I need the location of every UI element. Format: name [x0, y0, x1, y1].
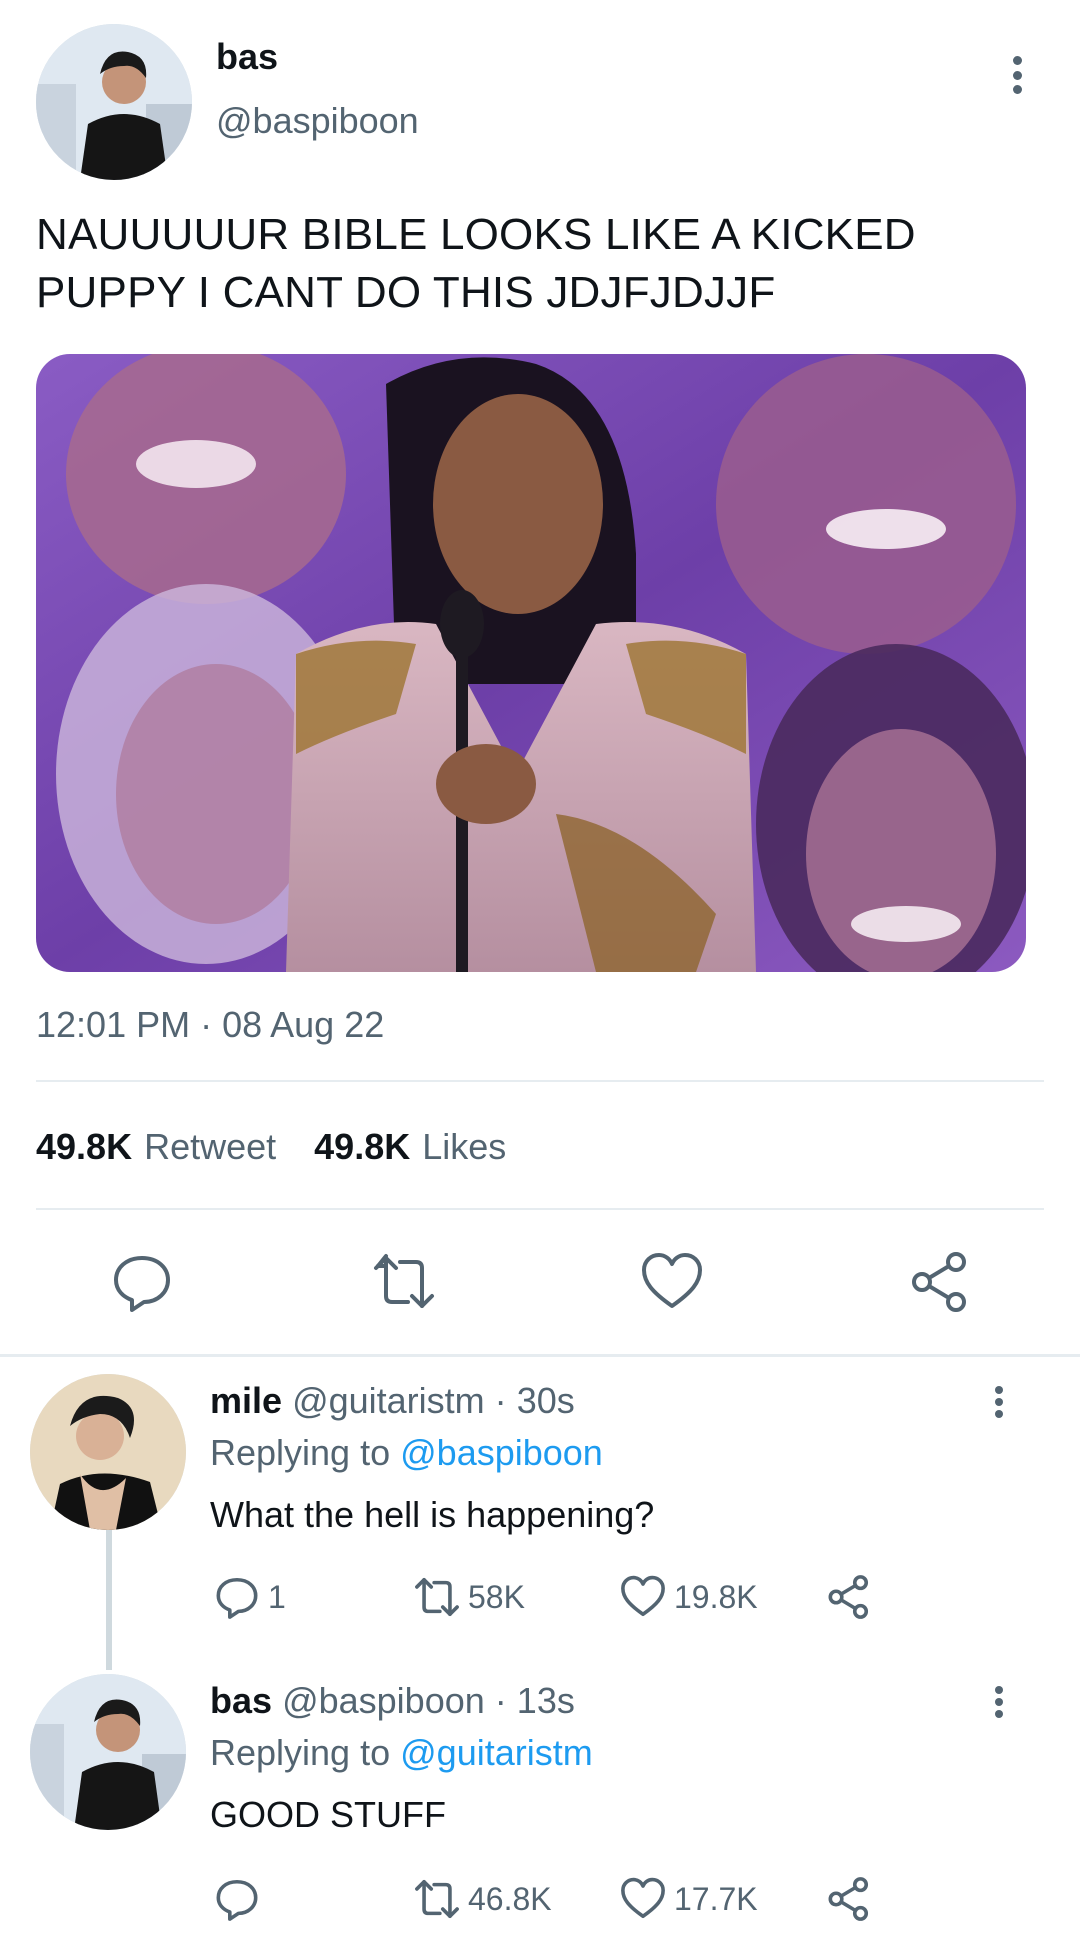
section-divider — [0, 1354, 1080, 1357]
reply-header: mile @guitaristm · 30s — [210, 1380, 575, 1422]
replying-to-label: Replying to — [210, 1732, 391, 1773]
retweet-icon[interactable] — [372, 1250, 436, 1314]
dot — [1012, 70, 1022, 80]
retweet-action[interactable]: 46.8K — [414, 1876, 552, 1922]
reply-icon — [214, 1574, 260, 1620]
reply-author-name[interactable]: bas — [210, 1680, 272, 1721]
tweet-stats: 49.8K Retweet 49.8K Likes — [36, 1126, 506, 1168]
likes-count: 49.8K — [314, 1126, 411, 1167]
like-action[interactable]: 17.7K — [620, 1876, 758, 1922]
like-icon — [620, 1876, 666, 1922]
retweet-icon — [414, 1574, 460, 1620]
main-author-handle[interactable]: @baspiboon — [216, 100, 419, 142]
dot — [995, 1686, 1003, 1694]
share-icon — [826, 1876, 872, 1922]
dot — [995, 1398, 1003, 1406]
retweet-label: Retweet — [144, 1126, 277, 1167]
share-icon — [826, 1574, 872, 1620]
separator-dot: · — [494, 1680, 507, 1721]
divider — [36, 1080, 1044, 1082]
reply-text: GOOD STUFF — [210, 1794, 446, 1835]
reply-icon — [214, 1876, 260, 1922]
replying-to: Replying to @guitaristm — [210, 1732, 593, 1774]
reply-author-avatar[interactable] — [30, 1674, 186, 1830]
replying-to-mention[interactable]: @guitaristm — [400, 1732, 593, 1773]
reply-author-name[interactable]: mile — [210, 1380, 282, 1421]
tweet-text: NAUUUUUR BIBLE LOOKS LIKE A KICKED PUPPY… — [36, 206, 1036, 322]
like-icon[interactable] — [640, 1250, 704, 1314]
reply-more-options-icon[interactable] — [986, 1680, 1012, 1724]
likes-label: Likes — [422, 1126, 507, 1167]
reply-icon[interactable] — [110, 1250, 174, 1314]
reply-time[interactable]: 30s — [517, 1380, 575, 1421]
reply-author-avatar[interactable] — [30, 1374, 186, 1530]
reply-more-options-icon[interactable] — [986, 1380, 1012, 1424]
dot — [995, 1410, 1003, 1418]
retweet-count: 49.8K — [36, 1126, 133, 1167]
replying-to-mention[interactable]: @baspiboon — [400, 1432, 603, 1473]
retweet-stat[interactable]: 49.8K Retweet — [36, 1126, 276, 1168]
reply-text: What the hell is happening? — [210, 1494, 655, 1535]
share-action[interactable] — [826, 1574, 872, 1620]
tweet-media-image[interactable] — [36, 354, 1026, 972]
reply-action[interactable]: 1 — [214, 1574, 286, 1620]
dot — [1012, 85, 1022, 94]
retweet-count: 46.8K — [468, 1880, 552, 1917]
main-author-name[interactable]: bas — [216, 36, 278, 78]
tweet-timestamp[interactable]: 12:01 PM · 08 Aug 22 — [36, 1004, 384, 1046]
like-icon — [620, 1574, 666, 1620]
like-count: 17.7K — [674, 1880, 758, 1917]
main-author-avatar[interactable] — [36, 24, 192, 180]
reply-header: bas @baspiboon · 13s — [210, 1680, 575, 1722]
share-action[interactable] — [826, 1876, 872, 1922]
replying-to: Replying to @baspiboon — [210, 1432, 603, 1474]
more-options-icon[interactable] — [1002, 50, 1032, 100]
tweet-text-line: PUPPY I CANT DO THIS JDJFJDJJF — [36, 268, 776, 317]
separator-dot: · — [494, 1380, 507, 1421]
reply-time[interactable]: 13s — [517, 1680, 575, 1721]
like-action[interactable]: 19.8K — [620, 1574, 758, 1620]
likes-stat[interactable]: 49.8K Likes — [314, 1126, 506, 1168]
dot — [995, 1710, 1003, 1718]
dot — [995, 1698, 1003, 1706]
reply-author-handle[interactable]: @guitaristm — [292, 1380, 485, 1421]
share-icon[interactable] — [908, 1250, 972, 1314]
dot — [995, 1386, 1003, 1394]
thread-line — [106, 1530, 112, 1670]
divider — [36, 1208, 1044, 1210]
like-count: 19.8K — [674, 1578, 758, 1615]
dot — [1012, 56, 1022, 65]
retweet-count: 58K — [468, 1578, 525, 1615]
tweet-text-line: NAUUUUUR BIBLE LOOKS LIKE A KICKED — [36, 210, 916, 259]
reply-count: 1 — [268, 1578, 286, 1615]
retweet-icon — [414, 1876, 460, 1922]
replying-to-label: Replying to — [210, 1432, 391, 1473]
reply-action[interactable] — [214, 1876, 268, 1922]
reply-author-handle[interactable]: @baspiboon — [282, 1680, 485, 1721]
retweet-action[interactable]: 58K — [414, 1574, 525, 1620]
